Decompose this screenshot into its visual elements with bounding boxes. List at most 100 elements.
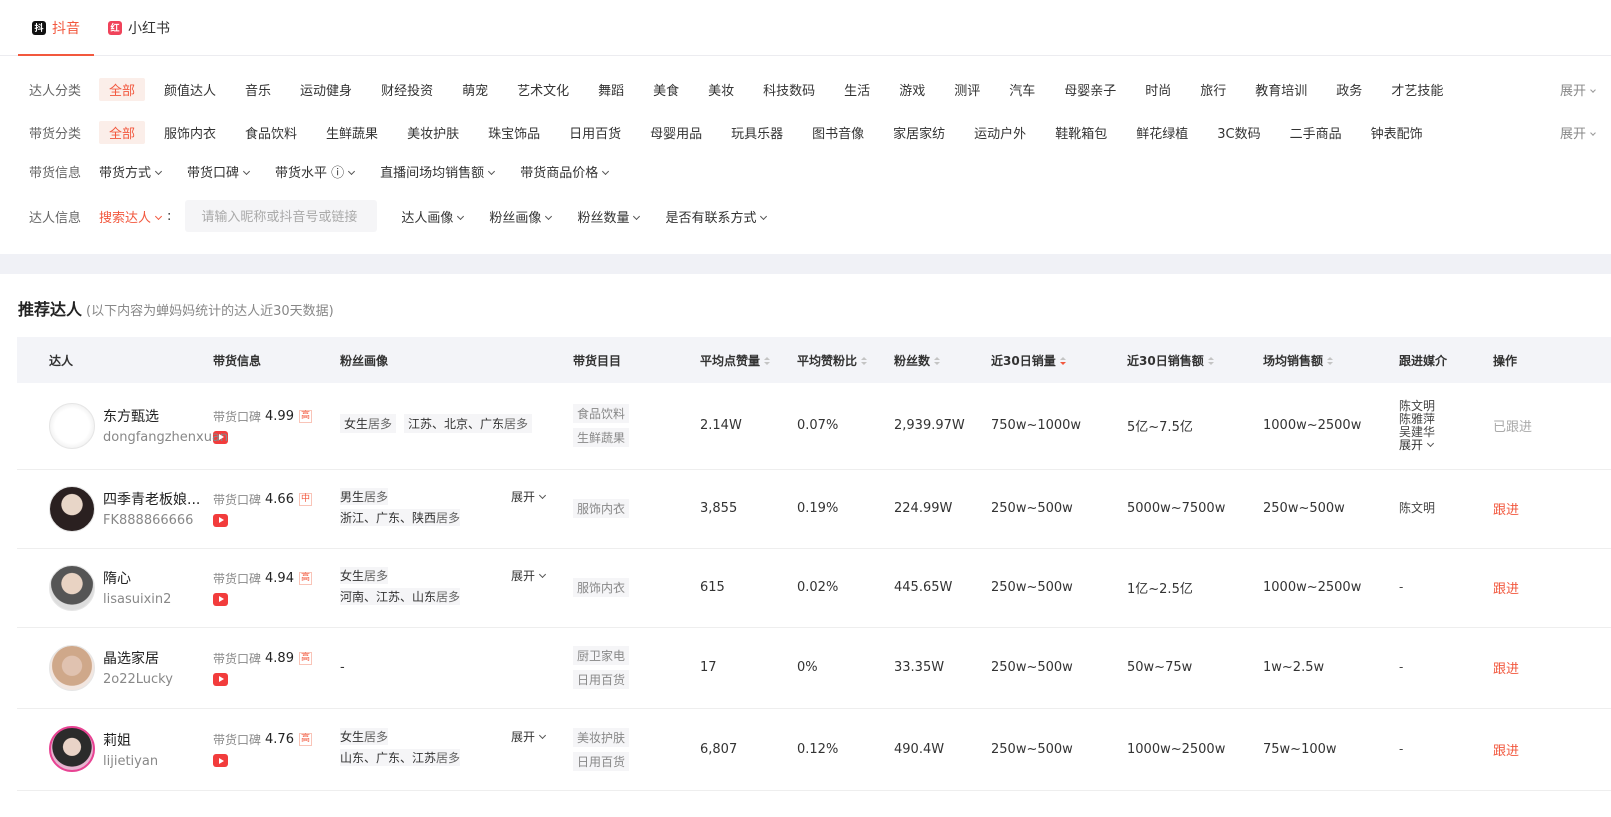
category-chip[interactable]: 运动健身: [300, 80, 352, 99]
category-chip[interactable]: 全部: [99, 121, 146, 144]
category-chip[interactable]: 服饰内衣: [164, 123, 216, 142]
fan-expand-button[interactable]: 展开: [511, 567, 547, 584]
category-chip[interactable]: 食品饮料: [245, 123, 297, 142]
filter-dropdown[interactable]: 直播间场均销售额: [380, 162, 496, 181]
filter-dropdown[interactable]: 带货商品价格: [520, 162, 610, 181]
category-chip[interactable]: 鞋靴箱包: [1055, 123, 1107, 142]
category-chip[interactable]: 生活: [844, 80, 870, 99]
cell-avg-likes: 17: [700, 660, 717, 675]
expand-button[interactable]: 展开: [1560, 123, 1596, 142]
fan-expand-button[interactable]: 展开: [511, 728, 547, 745]
category-chip[interactable]: 钟表配饰: [1371, 123, 1423, 142]
category-chip[interactable]: 美食: [653, 80, 679, 99]
category-chip[interactable]: 萌宠: [462, 80, 488, 99]
avatar[interactable]: [49, 564, 95, 611]
influencer-name[interactable]: 东方甄选: [103, 406, 213, 426]
category-chip[interactable]: 美妆护肤: [407, 123, 459, 142]
filter-dropdown[interactable]: 粉丝画像: [489, 207, 553, 226]
filter-dropdown[interactable]: 粉丝数量: [577, 207, 641, 226]
cell-media: -: [1399, 548, 1493, 627]
category-chip[interactable]: 生鲜蔬果: [326, 123, 378, 142]
live-icon[interactable]: [213, 513, 228, 527]
filter-dropdown[interactable]: 带货水平 ⓘ: [275, 162, 356, 181]
category-chip[interactable]: 汽车: [1009, 80, 1035, 99]
cell-influencer: 莉姐 lijietiyan: [17, 708, 213, 790]
category-chip[interactable]: 财经投资: [381, 80, 433, 99]
category-chip[interactable]: 游戏: [899, 80, 925, 99]
category-chip[interactable]: 测评: [954, 80, 980, 99]
category-chip[interactable]: 图书音像: [812, 123, 864, 142]
category-chip[interactable]: 舞蹈: [598, 80, 624, 99]
influencer-table: 达人 带货信息 粉丝画像 带货目目 平均点赞量 平均赞粉比 粉丝数 近30日销量…: [17, 337, 1611, 791]
influencer-card[interactable]: 晶选家居 2o22Lucky: [49, 644, 213, 691]
influencer-name[interactable]: 晶选家居: [103, 648, 173, 668]
avatar[interactable]: [49, 644, 95, 691]
avatar[interactable]: [49, 726, 95, 772]
expand-button[interactable]: 展开: [1560, 80, 1596, 99]
table-row: 莉姐 lijietiyan 带货口碑 4.76 高女生居多 山东、广东、江苏居多 展开 美妆护…: [17, 708, 1611, 790]
influencer-card[interactable]: 莉姐 lijietiyan: [49, 726, 213, 772]
influencer-name[interactable]: 隋心: [103, 568, 171, 588]
category-chip[interactable]: 全部: [99, 78, 146, 101]
category-chip[interactable]: 3C数码: [1217, 123, 1260, 142]
filter-dropdown[interactable]: 带货方式: [99, 162, 163, 181]
media-expand-button[interactable]: 展开: [1399, 438, 1493, 452]
category-chip[interactable]: 鲜花绿植: [1136, 123, 1188, 142]
influencer-info-row: 达人信息 搜索达人 : 达人画像 粉丝画像 粉丝数量 是否有联系方式: [29, 200, 1611, 232]
category-chip[interactable]: 母婴用品: [650, 123, 702, 142]
category-chip[interactable]: 家居家纺: [893, 123, 945, 142]
influencer-name[interactable]: 四季青老板娘...: [103, 489, 200, 509]
live-icon[interactable]: [213, 592, 228, 606]
category-chip[interactable]: 日用百货: [569, 123, 621, 142]
follow-button[interactable]: 跟进: [1493, 744, 1519, 759]
filter-dropdown[interactable]: 是否有联系方式: [665, 207, 768, 226]
influencer-name[interactable]: 莉姐: [103, 730, 158, 750]
category-chip[interactable]: 颜值达人: [164, 80, 216, 99]
filter-dropdown[interactable]: 带货口碑: [187, 162, 251, 181]
chevron-down-icon: [760, 212, 768, 220]
category-chip[interactable]: 才艺技能: [1391, 80, 1443, 99]
category-chip[interactable]: 旅行: [1200, 80, 1226, 99]
col-avg-likes[interactable]: 平均点赞量: [700, 337, 797, 383]
tab-douyin[interactable]: 抖 抖音: [18, 0, 94, 56]
live-icon[interactable]: [213, 672, 228, 686]
category-chip[interactable]: 玩具乐器: [731, 123, 783, 142]
expand-label: 展开: [510, 489, 535, 504]
category-chip[interactable]: 音乐: [245, 80, 271, 99]
search-type-select[interactable]: 搜索达人: [99, 207, 163, 226]
category-chip[interactable]: 政务: [1336, 80, 1362, 99]
follow-button[interactable]: 跟进: [1493, 503, 1519, 518]
col-like-ratio[interactable]: 平均赞粉比: [797, 337, 894, 383]
influencer-card[interactable]: 四季青老板娘... FK888866666: [49, 485, 213, 532]
category-chip[interactable]: 时尚: [1145, 80, 1171, 99]
category-chip[interactable]: 美妆: [708, 80, 734, 99]
col-fans[interactable]: 粉丝数: [894, 337, 991, 383]
category-chip[interactable]: 珠宝饰品: [488, 123, 540, 142]
avatar[interactable]: [49, 402, 95, 449]
follow-button[interactable]: 跟进: [1493, 662, 1519, 677]
influencer-card[interactable]: 隋心 lisasuixin2: [49, 564, 213, 611]
category-chip[interactable]: 运动户外: [974, 123, 1026, 142]
media-name: -: [1399, 660, 1404, 674]
cell-action: 已跟进: [1493, 383, 1611, 469]
filter-dropdown[interactable]: 达人画像: [401, 207, 465, 226]
col-revenue30[interactable]: 近30日销售额: [1127, 337, 1263, 383]
fan-tag-main: 河南、江苏、山东: [340, 589, 437, 604]
fan-expand-button[interactable]: 展开: [510, 488, 547, 505]
cell-sales30: 250w~500w: [991, 501, 1073, 516]
avatar[interactable]: [49, 485, 95, 532]
follow-button[interactable]: 跟进: [1493, 582, 1519, 597]
category-chip[interactable]: 二手商品: [1290, 123, 1342, 142]
tab-xiaohongshu[interactable]: 红 小红书: [94, 0, 184, 55]
live-icon[interactable]: [213, 754, 228, 767]
chevron-down-icon: [1590, 87, 1596, 93]
category-chip[interactable]: 科技数码: [763, 80, 815, 99]
category-chip[interactable]: 母婴亲子: [1064, 80, 1116, 99]
search-input[interactable]: [185, 200, 378, 232]
col-sales30[interactable]: 近30日销量: [991, 337, 1127, 383]
category-chip[interactable]: 教育培训: [1255, 80, 1307, 99]
col-avg-revenue[interactable]: 场均销售额: [1263, 337, 1399, 383]
category-chip[interactable]: 艺术文化: [517, 80, 569, 99]
sort-icon: [1327, 356, 1334, 366]
influencer-card[interactable]: 东方甄选 dongfangzhenxuan: [49, 402, 228, 449]
